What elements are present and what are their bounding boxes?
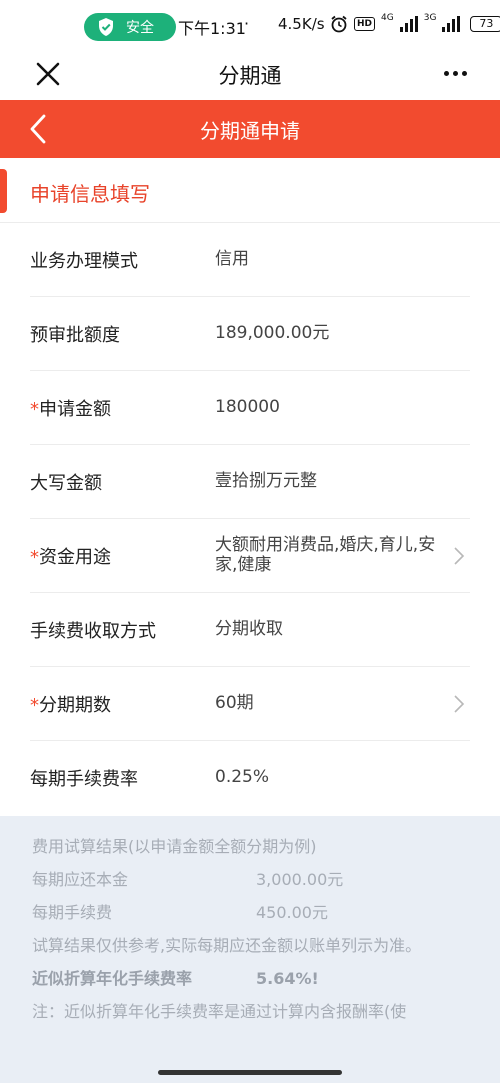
fee-value: 450.00元 xyxy=(256,903,328,922)
fee-line: 每期手续费 450.00元 xyxy=(32,896,468,929)
row-label: *申请金额 xyxy=(30,399,111,420)
section-title: 申请信息填写 xyxy=(30,182,150,206)
network-speed: 4.5K/s xyxy=(278,15,325,33)
more-dot xyxy=(452,70,458,76)
annual-rate-label: 近似折算年化手续费率 xyxy=(32,969,193,988)
annual-rate-value: 5.64%! xyxy=(256,969,319,988)
calc-title: 费用试算结果(以申请金额全额分期为例) xyxy=(32,837,317,856)
note-text: 注：近似折算年化手续费率是通过计算内含报酬率(使 xyxy=(32,1002,407,1021)
row-label: *分期期数 xyxy=(30,695,111,716)
fee-label: 每期手续费 xyxy=(32,903,113,922)
form-row-preapproved-limit: 预审批额度 189,000.00元 xyxy=(0,297,500,371)
row-value: 分期收取 xyxy=(215,619,283,639)
hd-indicator: HD xyxy=(354,17,376,31)
page-title: 分期通 xyxy=(218,64,282,88)
more-dot xyxy=(461,70,467,76)
fund-usage-select[interactable]: 大额耐用消费品,婚庆,育儿,安家,健康 xyxy=(215,535,440,575)
chevron-right-icon[interactable] xyxy=(452,544,466,568)
required-mark: * xyxy=(30,547,39,568)
form-row-fee-rate: 每期手续费率 0.25% xyxy=(0,741,500,815)
fee-calculation-box: 费用试算结果(以申请金额全额分期为例) 每期应还本金 3,000.00元 每期手… xyxy=(0,816,500,1083)
title-bar: 分期通 xyxy=(0,48,500,100)
required-mark: * xyxy=(30,399,39,420)
form-row-apply-amount[interactable]: *申请金额 180000 xyxy=(0,371,500,445)
row-value: 189,000.00元 xyxy=(215,323,330,343)
home-indicator[interactable] xyxy=(158,1070,342,1075)
installment-periods-select[interactable]: 60期 xyxy=(215,693,440,713)
principal-label: 每期应还本金 xyxy=(32,870,129,889)
more-icon[interactable] xyxy=(438,58,472,88)
row-label: 每期手续费率 xyxy=(30,769,138,790)
status-bar: 安全 下午1:31 · 4.5K/s HD 4G 3G 73 xyxy=(0,0,500,48)
battery-icon: 73 xyxy=(470,16,500,32)
principal-line: 每期应还本金 3,000.00元 xyxy=(32,863,468,896)
section-header: 申请信息填写 xyxy=(0,160,500,223)
row-label: 大写金额 xyxy=(30,473,102,494)
row-value: 信用 xyxy=(215,249,249,269)
form-row-installment-periods[interactable]: *分期期数 60期 xyxy=(0,667,500,741)
form-row-business-mode: 业务办理模式 信用 xyxy=(0,223,500,297)
row-label: *资金用途 xyxy=(30,547,111,568)
apply-amount-input[interactable]: 180000 xyxy=(215,397,440,417)
more-dot xyxy=(443,70,449,76)
annual-rate-line: 近似折算年化手续费率 5.64%! xyxy=(32,962,468,995)
row-label: 业务办理模式 xyxy=(30,251,138,272)
chevron-right-icon[interactable] xyxy=(452,692,466,716)
row-value: 0.25% xyxy=(215,767,270,787)
shield-icon xyxy=(99,18,113,36)
application-form: 业务办理模式 信用 预审批额度 189,000.00元 *申请金额 180000… xyxy=(0,223,500,815)
row-label: 手续费收取方式 xyxy=(30,621,156,642)
network-type-2: 3G xyxy=(423,13,437,23)
principal-value: 3,000.00元 xyxy=(256,870,344,889)
safe-label: 安全 xyxy=(126,20,154,36)
row-value: 壹拾捌万元整 xyxy=(215,471,317,491)
form-row-amount-in-words: 大写金额 壹拾捌万元整 xyxy=(0,445,500,519)
app-header: 分期通申请 xyxy=(0,100,500,158)
form-row-fund-usage[interactable]: *资金用途 大额耐用消费品,婚庆,育儿,安家,健康 xyxy=(0,519,500,593)
signal-icon-2 xyxy=(442,16,461,32)
network-type-1: 4G xyxy=(381,13,394,23)
status-dot: · xyxy=(244,14,250,33)
disclaimer-text: 试算结果仅供参考,实际每期应还金额以账单列示为准。 xyxy=(32,936,422,955)
row-label: 预审批额度 xyxy=(30,325,120,346)
alarm-icon xyxy=(331,15,347,33)
status-time: 下午1:31 xyxy=(178,19,246,38)
section-accent-bar xyxy=(0,169,7,213)
status-icons: HD 4G 3G 73 xyxy=(330,13,500,33)
safe-badge[interactable]: 安全 xyxy=(84,13,176,41)
signal-icon xyxy=(399,16,418,32)
form-row-fee-method: 手续费收取方式 分期收取 xyxy=(0,593,500,667)
header-title: 分期通申请 xyxy=(200,119,300,143)
required-mark: * xyxy=(30,695,39,716)
